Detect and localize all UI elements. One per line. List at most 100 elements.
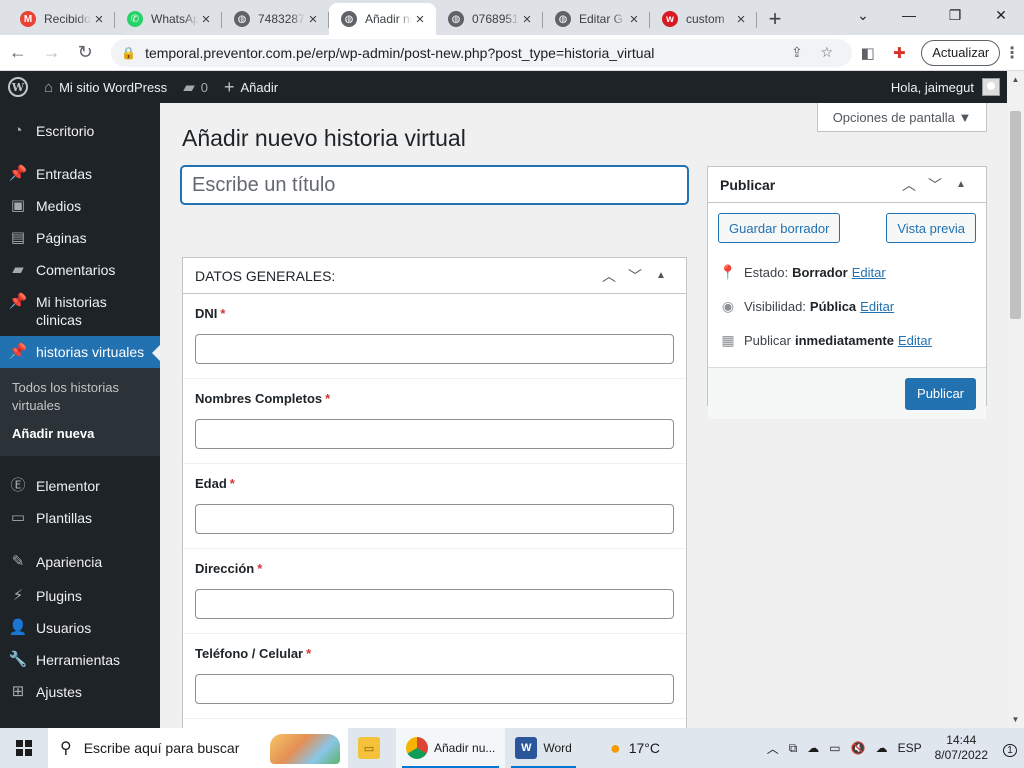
sidebar-item[interactable]: ▭ Plantillas <box>0 502 160 534</box>
notification-count: 1 <box>1003 744 1017 757</box>
mute-speaker-icon[interactable]: 🔇 <box>846 741 871 755</box>
notification-icon[interactable]: 1 <box>996 740 1024 757</box>
close-window-icon[interactable]: ✕ <box>978 0 1024 30</box>
sidebar-item[interactable]: ▰ Comentarios <box>0 254 160 286</box>
sidebar-item-label: Comentarios <box>36 262 116 278</box>
close-tab-icon[interactable]: × <box>412 11 428 28</box>
scrollbar-thumb[interactable] <box>1010 111 1021 319</box>
scroll-down-icon[interactable]: ▼ <box>1007 715 1024 724</box>
reload-icon[interactable]: ↻ <box>69 37 101 69</box>
bookmark-star-icon[interactable]: ☆ <box>812 44 842 61</box>
onedrive-icon[interactable]: ☁ <box>871 741 893 755</box>
file-explorer-button[interactable]: ▭ <box>348 728 396 768</box>
tab-search-icon[interactable]: ⌄ <box>840 0 886 30</box>
comment-icon: ▰ <box>12 261 24 278</box>
field-input[interactable] <box>195 504 674 534</box>
language-indicator[interactable]: ESP <box>893 741 927 755</box>
side-panel-icon[interactable]: ◧ <box>852 37 884 69</box>
wp-logo-button[interactable]: W <box>0 71 36 103</box>
extension-icon[interactable]: ✚ <box>884 37 916 69</box>
more-menu-icon[interactable]: ⋮ <box>1000 43 1024 63</box>
edit-status-link[interactable]: Editar <box>852 265 886 280</box>
collapse-toggle-icon[interactable]: ▲ <box>948 179 974 190</box>
sidebar-item[interactable]: ◔ Escritorio <box>0 115 160 147</box>
close-tab-icon[interactable]: × <box>626 11 642 28</box>
network-icon[interactable]: ▭ <box>824 741 845 755</box>
restore-icon[interactable]: ❐ <box>932 0 978 30</box>
sidebar-item-label: Mi historias clinicas <box>36 294 107 328</box>
browser-tab[interactable]: ◍ Editar G × <box>543 3 650 35</box>
chevron-up-icon[interactable]: ︿ <box>762 740 784 757</box>
browser-tab[interactable]: w custom × <box>650 3 757 35</box>
back-icon[interactable]: ← <box>2 37 34 69</box>
move-up-icon[interactable]: ︿ <box>896 175 922 195</box>
post-title-input[interactable] <box>181 166 688 204</box>
cloud-icon[interactable]: ☁ <box>802 741 824 755</box>
sidebar-item[interactable]: ⊞ Ajustes <box>0 676 160 708</box>
field-input[interactable] <box>195 589 674 619</box>
wp-admin-bar: W ⌂ Mi sitio WordPress ▰ 0 + Añadir Hola… <box>0 71 1024 103</box>
start-button[interactable] <box>0 728 48 768</box>
close-tab-icon[interactable]: × <box>733 11 749 28</box>
close-tab-icon[interactable]: × <box>519 11 535 28</box>
move-up-icon[interactable]: ︿ <box>596 266 622 286</box>
close-tab-icon[interactable]: × <box>91 11 107 28</box>
weather-widget[interactable]: ● 17°C <box>582 728 670 768</box>
close-tab-icon[interactable]: × <box>198 11 214 28</box>
url-text[interactable]: temporal.preventor.com.pe/erp/wp-admin/p… <box>145 45 782 61</box>
sidebar-item[interactable]: 📌 Mi historias clinicas <box>0 286 160 336</box>
field-input[interactable] <box>195 674 674 704</box>
taskbar-search[interactable]: ⚲ Escribe aquí para buscar <box>48 728 348 768</box>
sidebar-item[interactable]: ▤ Páginas <box>0 222 160 254</box>
lock-icon[interactable]: 🔒 <box>121 46 136 60</box>
close-tab-icon[interactable]: × <box>305 11 321 28</box>
screen-options-button[interactable]: Opciones de pantalla ▼ <box>817 103 987 132</box>
browser-tab[interactable]: ✆ WhatsApp× <box>115 3 222 35</box>
address-bar[interactable]: 🔒 temporal.preventor.com.pe/erp/wp-admin… <box>111 38 852 67</box>
chrome-taskbar-button[interactable]: Añadir nu... <box>396 728 506 768</box>
browser-tab[interactable]: ◍ 0768951 × <box>436 3 543 35</box>
forward-icon[interactable]: → <box>36 37 68 69</box>
field-input[interactable] <box>195 419 674 449</box>
browser-tab[interactable]: M Recibidos× <box>8 3 115 35</box>
sidebar-item[interactable]: ⚡ Plugins <box>0 580 160 612</box>
field-input[interactable] <box>195 334 674 364</box>
sidebar-item[interactable]: 🔧 Herramientas <box>0 644 160 676</box>
update-button[interactable]: Actualizar <box>921 39 1001 66</box>
move-down-icon[interactable]: ﹀ <box>622 266 648 286</box>
sidebar-item[interactable]: Ⓔ Elementor <box>0 470 160 502</box>
edit-visibility-link[interactable]: Editar <box>860 299 894 314</box>
word-taskbar-button[interactable]: W Word <box>505 728 581 768</box>
collapse-toggle-icon[interactable]: ▲ <box>648 270 674 281</box>
sun-icon: ● <box>609 737 621 758</box>
minimize-icon[interactable]: — <box>886 0 932 30</box>
site-name-link[interactable]: ⌂ Mi sitio WordPress <box>36 71 175 103</box>
submenu-item[interactable]: Todos los historias virtuales <box>0 374 160 420</box>
preview-button[interactable]: Vista previa <box>886 213 976 243</box>
wrench-icon: 🔧 <box>8 651 28 668</box>
page-scrollbar[interactable]: ▲ ▼ <box>1007 71 1024 728</box>
field-label: Nombres Completos * <box>195 391 674 406</box>
submenu-item[interactable]: Añadir nueva <box>0 420 160 448</box>
new-tab-button[interactable]: + <box>757 3 793 35</box>
sidebar-item[interactable]: ✎ Apariencia <box>0 546 160 578</box>
wordpress-logo-icon: W <box>8 77 28 97</box>
my-account-link[interactable]: Hola, jaimegut <box>891 78 1024 96</box>
sidebar-item[interactable]: 👤 Usuarios <box>0 612 160 644</box>
browser-tab[interactable]: ◍ Añadir nuevo× <box>329 3 436 35</box>
save-draft-button[interactable]: Guardar borrador <box>718 213 841 243</box>
add-new-link[interactable]: + Añadir <box>216 71 286 103</box>
move-down-icon[interactable]: ﹀ <box>922 175 948 195</box>
publish-actions: Guardar borrador Vista previa <box>718 213 976 243</box>
sidebar-item[interactable]: 📌 Entradas <box>0 158 160 190</box>
clock[interactable]: 14:44 8/07/2022 <box>927 733 996 763</box>
sidebar-item[interactable]: ▣ Medios <box>0 190 160 222</box>
comments-link[interactable]: ▰ 0 <box>175 71 216 103</box>
publish-button[interactable]: Publicar <box>905 377 976 410</box>
browser-tab[interactable]: ◍ 7483287 × <box>222 3 329 35</box>
sidebar-item[interactable]: 📌 historias virtuales <box>0 336 160 368</box>
share-icon[interactable]: ⇪ <box>782 44 812 61</box>
scroll-up-icon[interactable]: ▲ <box>1007 75 1024 84</box>
edit-schedule-link[interactable]: Editar <box>898 333 932 348</box>
meet-now-icon[interactable]: ⧉ <box>784 741 803 756</box>
